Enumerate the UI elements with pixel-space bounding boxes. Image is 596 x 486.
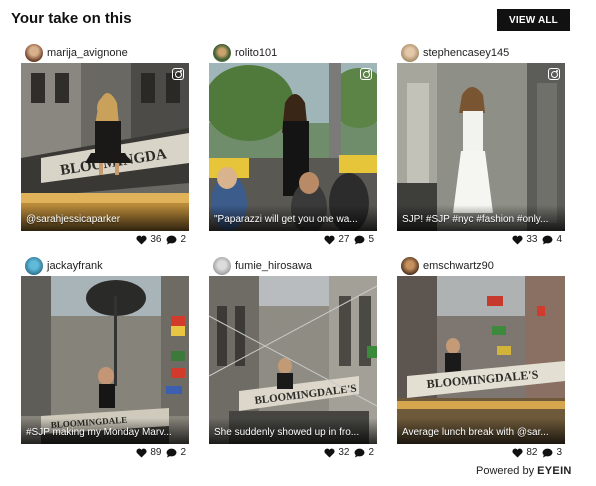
post-header: jackayfrank [21,255,189,277]
comment-icon[interactable] [542,448,553,458]
post-photo[interactable]: BLOOMINGDALE #SJP making my Monday Marv.… [21,276,189,444]
like-count: 33 [526,234,538,245]
comment-icon[interactable] [166,448,177,458]
avatar[interactable] [213,257,231,275]
post-photo[interactable]: SJP! #SJP #nyc #fashion #only... [397,63,565,231]
post-card[interactable]: rolito101 "Paparazzi will get you one wa… [209,42,377,248]
post-stats: 27 5 [324,234,374,245]
instagram-icon[interactable] [360,68,372,80]
username[interactable]: fumie_hirosawa [235,260,312,272]
post-card[interactable]: fumie_hirosawa BLOOMINGDALE'S She sudden… [209,255,377,461]
like-count: 32 [338,447,350,458]
avatar[interactable] [401,257,419,275]
instagram-icon[interactable] [548,68,560,80]
like-count: 82 [526,447,538,458]
comment-count: 2 [180,234,186,245]
username[interactable]: jackayfrank [47,260,103,272]
avatar[interactable] [213,44,231,62]
post-header: fumie_hirosawa [209,255,377,277]
post-caption: Average lunch break with @sar... [402,427,549,438]
username[interactable]: emschwartz90 [423,260,494,272]
heart-icon[interactable] [512,235,523,245]
post-photo[interactable]: BLOOMINGDALE'S She suddenly showed up in… [209,276,377,444]
post-caption: @sarahjessicaparker [26,214,121,225]
username[interactable]: stephencasey145 [423,47,509,59]
heart-icon[interactable] [136,235,147,245]
brand-logo: EYEIN [537,465,572,477]
post-stats: 89 2 [136,447,186,458]
heart-icon[interactable] [136,448,147,458]
heart-icon[interactable] [324,235,335,245]
comment-count: 5 [368,234,374,245]
avatar[interactable] [25,257,43,275]
post-card[interactable]: marija_avignone BLOOMINGDA [21,42,189,248]
post-stats: 32 2 [324,447,374,458]
comment-icon[interactable] [542,235,553,245]
post-stats: 82 3 [512,447,562,458]
avatar[interactable] [401,44,419,62]
instagram-icon[interactable] [172,68,184,80]
comment-count: 2 [180,447,186,458]
comment-icon[interactable] [354,235,365,245]
post-stats: 36 2 [136,234,186,245]
post-header: emschwartz90 [397,255,565,277]
username[interactable]: rolito101 [235,47,277,59]
post-caption: "Paparazzi will get you one wa... [214,214,358,225]
post-card[interactable]: emschwartz90 BLOOMINGDALE'S Average lunc… [397,255,565,461]
username[interactable]: marija_avignone [47,47,128,59]
post-header: marija_avignone [21,42,189,64]
like-count: 27 [338,234,350,245]
heart-icon[interactable] [324,448,335,458]
like-count: 89 [150,447,162,458]
comment-count: 3 [556,447,562,458]
post-header: rolito101 [209,42,377,64]
post-card[interactable]: stephencasey145 SJP! #SJP #nyc #fashion … [397,42,565,248]
post-stats: 33 4 [512,234,562,245]
avatar[interactable] [25,44,43,62]
post-card[interactable]: jackayfrank BLOOMINGDALE [21,255,189,461]
post-grid: marija_avignone BLOOMINGDA [0,0,596,486]
comment-icon[interactable] [354,448,365,458]
post-caption: SJP! #SJP #nyc #fashion #only... [402,214,549,225]
comment-count: 4 [556,234,562,245]
heart-icon[interactable] [512,448,523,458]
comment-icon[interactable] [166,235,177,245]
post-caption: #SJP making my Monday Marv... [26,427,172,438]
post-header: stephencasey145 [397,42,565,64]
comment-count: 2 [368,447,374,458]
post-photo[interactable]: BLOOMINGDA @sarahjessicaparker [21,63,189,231]
powered-by-label: Powered by [476,465,538,477]
post-photo[interactable]: "Paparazzi will get you one wa... [209,63,377,231]
post-photo[interactable]: BLOOMINGDALE'S Average lunch break with … [397,276,565,444]
post-caption: She suddenly showed up in fro... [214,427,360,438]
like-count: 36 [150,234,162,245]
powered-by-link[interactable]: Powered by EYEIN [476,465,572,477]
